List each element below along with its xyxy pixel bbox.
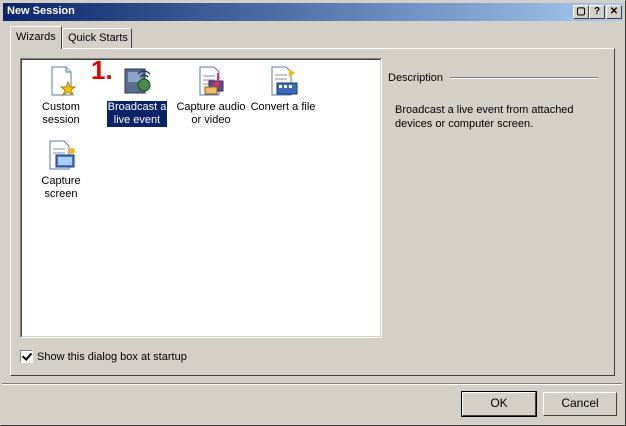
custom-session-icon (45, 65, 77, 97)
wizard-custom-session[interactable]: Custom session (25, 65, 97, 127)
startup-checkbox-label: Show this dialog box at startup (37, 350, 187, 363)
wizard-list[interactable]: Custom session Broadcast a live event Ca… (20, 55, 382, 338)
wizard-label: Capture audio or video (176, 101, 246, 126)
wizard-label: Capture screen (41, 175, 81, 200)
wizard-capture-audio-video[interactable]: Capture audio or video (175, 65, 247, 127)
wizard-convert-file[interactable]: Convert a file (247, 65, 319, 114)
wizard-capture-screen[interactable]: Capture screen (25, 139, 97, 201)
help-icon[interactable]: ? (589, 5, 605, 19)
restore-icon[interactable]: ▢ (573, 5, 589, 19)
description-title: Description (388, 72, 444, 84)
broadcast-icon (121, 65, 153, 97)
step-marker: 1. (91, 55, 113, 85)
convert-file-icon (267, 65, 299, 97)
startup-checkbox[interactable] (20, 350, 33, 363)
wizard-label: Broadcast a live event (106, 101, 168, 127)
footer-separator (2, 383, 622, 385)
description-divider (450, 77, 598, 79)
tab-quick-starts[interactable]: Quick Starts (62, 28, 132, 48)
wizard-label: Custom session (42, 101, 80, 126)
wizard-label: Convert a file (250, 101, 316, 113)
capture-screen-icon (45, 139, 77, 171)
window-title: New Session (7, 5, 75, 17)
cancel-button[interactable]: Cancel (543, 392, 617, 416)
close-icon[interactable]: ✕ (606, 5, 622, 19)
capture-av-icon (195, 65, 227, 97)
title-bar[interactable]: New Session ▢ ? ✕ (3, 3, 623, 21)
ok-button[interactable]: OK (461, 391, 537, 417)
description-text: Broadcast a live event from attached dev… (395, 104, 574, 130)
startup-checkbox-row[interactable]: Show this dialog box at startup (20, 350, 187, 363)
tab-wizards[interactable]: Wizards (10, 26, 62, 49)
